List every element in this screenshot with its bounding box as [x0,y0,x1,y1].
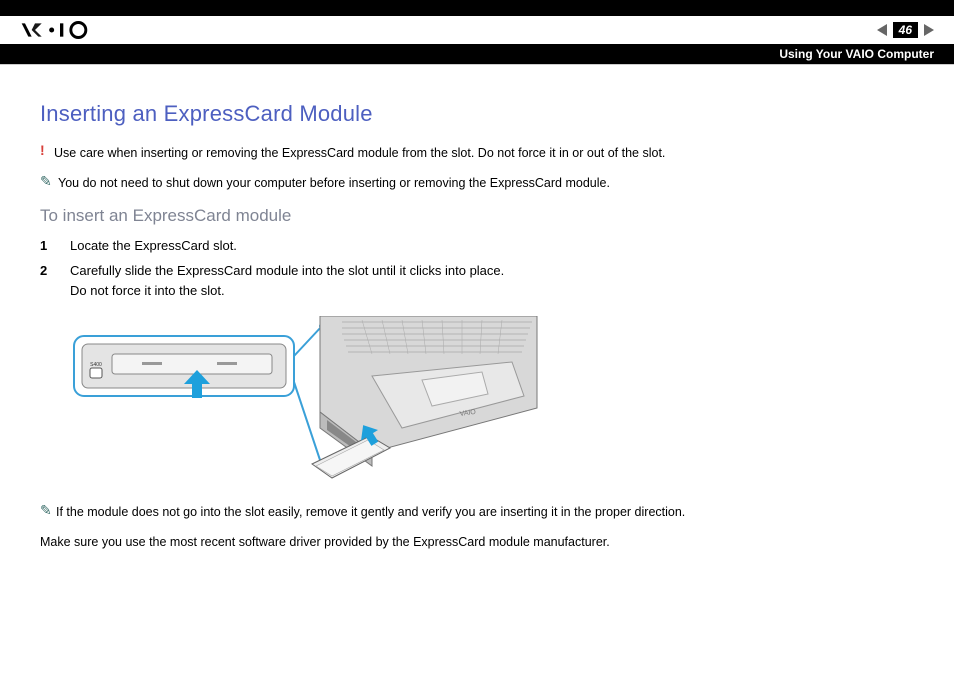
page-content: Inserting an ExpressCard Module ! Use ca… [0,65,954,583]
step-text: Carefully slide the ExpressCard module i… [70,261,504,300]
illustration: S400 [72,316,542,486]
pencil-icon: ✎ [40,174,54,188]
warning-note: ! Use care when inserting or removing th… [40,145,914,161]
closing-text: Make sure you use the most recent softwa… [40,534,914,552]
nav-next-icon[interactable] [924,24,934,36]
page-number: 46 [893,22,918,38]
header-bar: 46 [0,16,954,44]
nav-prev-icon[interactable] [877,24,887,36]
step-item: 1 Locate the ExpressCard slot. [40,236,914,256]
step-item: 2 Carefully slide the ExpressCard module… [40,261,914,300]
svg-text:S400: S400 [90,362,102,368]
vaio-logo [20,16,120,44]
procedure-subtitle: To insert an ExpressCard module [40,206,914,226]
warning-text: Use care when inserting or removing the … [54,145,665,161]
page-nav: 46 [877,22,934,38]
top-black-strip [0,0,954,16]
warning-icon: ! [40,143,50,157]
section-bar: Using Your VAIO Computer [0,44,954,64]
page-title: Inserting an ExpressCard Module [40,101,914,127]
closing-notes: ✎ If the module does not go into the slo… [40,504,914,551]
section-title: Using Your VAIO Computer [779,47,934,61]
step-list: 1 Locate the ExpressCard slot. 2 Careful… [40,236,914,301]
tip-note-1: ✎ You do not need to shut down your comp… [40,175,914,191]
tip2-text: If the module does not go into the slot … [56,504,685,522]
pencil-icon: ✎ [40,503,54,517]
tip-note-2: ✎ If the module does not go into the slo… [40,504,914,534]
tip1-text: You do not need to shut down your comput… [58,175,610,191]
step-number: 1 [40,236,54,256]
step-number: 2 [40,261,54,300]
step-text: Locate the ExpressCard slot. [70,236,237,256]
